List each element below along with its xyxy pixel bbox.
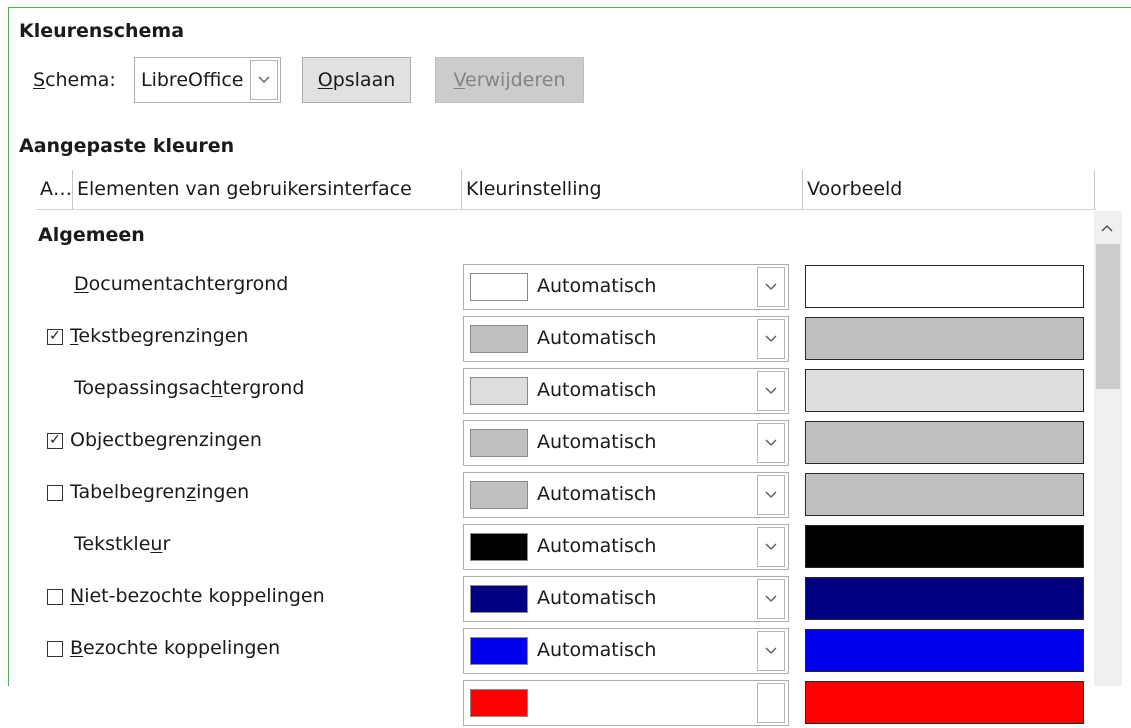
schema-dropdown[interactable]: LibreOffice [134,57,281,103]
color-preview [805,317,1084,360]
color-setting-dropdown[interactable]: Automatisch [463,264,789,310]
enabled-checkbox[interactable] [47,641,63,657]
dropdown-button[interactable] [757,579,785,619]
chevron-down-icon [258,76,270,83]
color-setting-dropdown[interactable]: Automatisch [463,628,789,674]
color-swatch [470,689,528,717]
color-setting-dropdown[interactable]: Automatisch [463,368,789,414]
schema-label: Schema: [33,69,116,91]
color-setting-value: Automatisch [537,587,657,609]
chevron-up-icon[interactable] [1101,224,1113,232]
row-label: Niet-bezochte koppelingen [70,585,325,607]
chevron-down-icon [765,283,777,290]
dropdown-button[interactable] [757,527,785,567]
row-label: Documentachtergrond [74,273,289,295]
color-setting-value: Automatisch [537,379,657,401]
color-scheme-heading: Kleurenschema [19,20,185,42]
color-setting-dropdown[interactable]: Automatisch [463,472,789,518]
row-label: Tabelbegrenzingen [70,481,250,503]
delete-button[interactable]: Verwijderen [435,57,584,103]
dropdown-button[interactable] [757,475,785,515]
dropdown-button[interactable] [757,631,785,671]
color-preview [805,265,1084,308]
enabled-checkbox[interactable] [47,589,63,605]
color-swatch [470,481,528,509]
color-swatch [470,325,528,353]
chevron-down-icon [765,335,777,342]
scrollbar-thumb[interactable] [1096,244,1120,389]
enabled-checkbox[interactable] [47,485,63,501]
color-setting-dropdown[interactable]: Automatisch [463,576,789,622]
save-button[interactable]: Opslaan [302,57,411,103]
header-divider [36,209,1096,210]
color-row: ✓ Objectbegrenzingen Automatisch [0,416,1094,468]
color-setting-value: Automatisch [537,327,657,349]
color-preview [805,629,1084,672]
column-divider [1094,170,1095,209]
color-preview [805,681,1084,724]
color-setting-value: Automatisch [537,535,657,557]
color-preview [805,473,1084,516]
color-setting-value: Automatisch [537,483,657,505]
chevron-down-icon [765,595,777,602]
row-label: Bezochte koppelingen [70,637,281,659]
row-label: Tekstkleur [74,533,171,555]
column-header-on[interactable]: A… [36,170,71,209]
color-preview [805,577,1084,620]
column-header-preview[interactable]: Voorbeeld [803,170,1094,209]
chevron-down-icon [765,647,777,654]
enabled-checkbox[interactable]: ✓ [47,433,63,449]
color-row: Tekstkleur Automatisch [0,520,1094,572]
row-label: Toepassingsachtergrond [74,377,305,399]
color-swatch [470,585,528,613]
dropdown-button[interactable] [757,423,785,463]
color-setting-dropdown[interactable]: Automatisch [463,524,789,570]
custom-colors-heading: Aangepaste kleuren [19,135,235,157]
color-setting-dropdown[interactable]: Automatisch [463,420,789,466]
color-row [0,676,1094,728]
color-row: Documentachtergrond Automatisch [0,260,1094,312]
row-label: Tekstbegrenzingen [70,325,249,347]
group-heading-general: Algemeen [38,224,145,246]
dropdown-button[interactable] [757,267,785,307]
color-row: Toepassingsachtergrond Automatisch [0,364,1094,416]
chevron-down-icon [765,439,777,446]
color-swatch [470,637,528,665]
dropdown-button[interactable] [757,371,785,411]
color-swatch [470,377,528,405]
chevron-down-icon [765,387,777,394]
color-setting-dropdown[interactable] [463,680,789,726]
color-setting-value: Automatisch [537,639,657,661]
row-label: Objectbegrenzingen [70,429,262,451]
color-preview [805,421,1084,464]
schema-value: LibreOffice [141,69,244,91]
color-swatch [470,429,528,457]
column-header-elements[interactable]: Elementen van gebruikersinterface [73,170,461,209]
color-setting-value: Automatisch [537,431,657,453]
color-row: Tabelbegrenzingen Automatisch [0,468,1094,520]
color-swatch [470,533,528,561]
chevron-down-icon [765,491,777,498]
enabled-checkbox[interactable]: ✓ [47,329,63,345]
color-setting-dropdown[interactable]: Automatisch [463,316,789,362]
color-row: Niet-bezochte koppelingen Automatisch [0,572,1094,624]
chevron-down-icon [765,543,777,550]
color-setting-value: Automatisch [537,275,657,297]
column-header-color-setting[interactable]: Kleurinstelling [462,170,802,209]
color-row: Bezochte koppelingen Automatisch [0,624,1094,676]
schema-dropdown-button[interactable] [250,60,278,100]
color-preview [805,525,1084,568]
color-row: ✓ Tekstbegrenzingen Automatisch [0,312,1094,364]
dropdown-button[interactable] [757,683,785,723]
dropdown-button[interactable] [757,319,785,359]
color-swatch [470,273,528,301]
color-preview [805,369,1084,412]
